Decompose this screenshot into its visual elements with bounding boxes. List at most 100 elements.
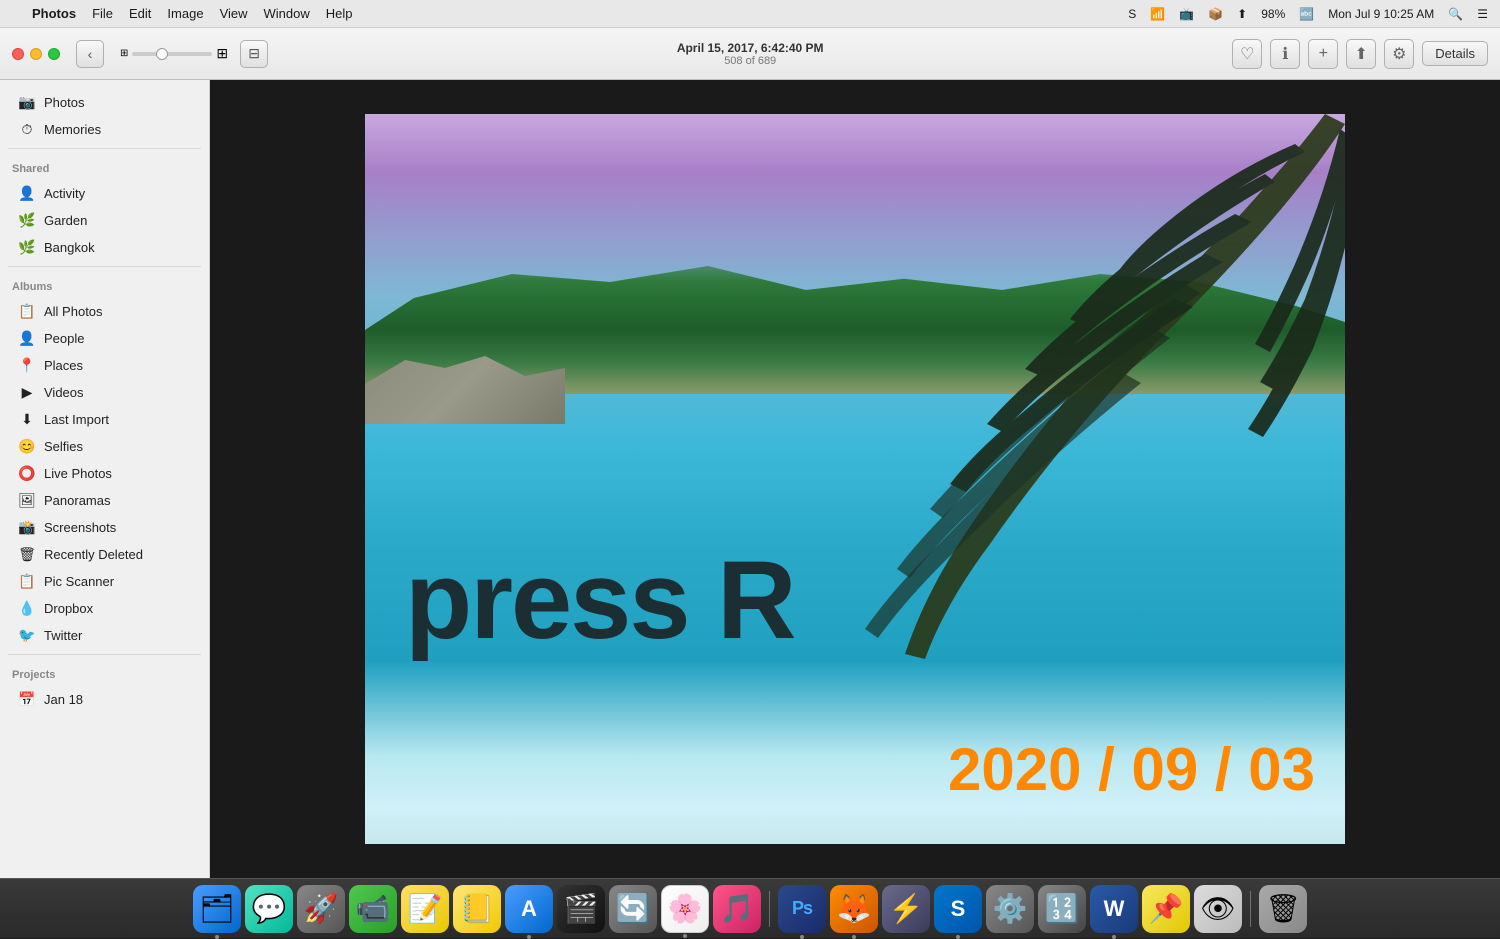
back-button[interactable]: ‹ bbox=[76, 40, 104, 68]
share-button[interactable]: ⬆ bbox=[1346, 39, 1376, 69]
sidebar-label-people: People bbox=[44, 331, 84, 346]
sidebar-label-twitter: Twitter bbox=[44, 628, 82, 643]
sidebar-divider-3 bbox=[8, 654, 201, 655]
dock-stickies2[interactable]: 📌 bbox=[1142, 885, 1190, 933]
appstore-icon: A bbox=[521, 896, 537, 922]
menubar-list-icon[interactable]: ☰ bbox=[1477, 7, 1488, 21]
dock-system-prefs[interactable]: ⚙️ bbox=[986, 885, 1034, 933]
notes-icon: 📒 bbox=[460, 892, 495, 925]
launchpad-icon: 🚀 bbox=[304, 892, 339, 925]
finalcut-icon: 🎬 bbox=[564, 892, 599, 925]
sidebar-label-photos: Photos bbox=[44, 95, 84, 110]
sidebar-toggle-button[interactable]: ⊟ bbox=[240, 40, 268, 68]
photos-dock-icon: 🌸 bbox=[668, 892, 703, 925]
menubar-left: Photos File Edit Image View Window Help bbox=[12, 6, 353, 21]
minimize-button[interactable] bbox=[30, 48, 42, 60]
sidebar-item-pic-scanner[interactable]: 📋 Pic Scanner bbox=[6, 568, 203, 594]
sidebar-item-screenshots[interactable]: 📸 Screenshots bbox=[6, 514, 203, 540]
dock-finder[interactable]: 🗂 bbox=[193, 885, 241, 933]
photos-icon: 📷 bbox=[18, 93, 36, 111]
sidebar-item-all-photos[interactable]: 📋 All Photos bbox=[6, 298, 203, 324]
sidebar-item-photos[interactable]: 📷 Photos bbox=[6, 89, 203, 115]
menubar-view[interactable]: View bbox=[220, 6, 248, 21]
sidebar-label-pic-scanner: Pic Scanner bbox=[44, 574, 114, 589]
menubar-image[interactable]: Image bbox=[167, 6, 203, 21]
system-prefs-icon: ⚙️ bbox=[993, 892, 1028, 925]
sidebar-item-last-import[interactable]: ⬇ Last Import bbox=[6, 406, 203, 432]
sidebar-item-garden[interactable]: 🌿 Garden bbox=[6, 207, 203, 233]
dock-photos[interactable]: 🌸 bbox=[661, 885, 709, 933]
dock-launchpad[interactable]: 🚀 bbox=[297, 885, 345, 933]
calculator-icon: 🔢 bbox=[1045, 892, 1080, 925]
menubar-right: S 📶 📺 📦 ⬆ 98% 🔤 Mon Jul 9 10:25 AM 🔍 ☰ bbox=[1128, 7, 1488, 21]
menubar-app-name[interactable]: Photos bbox=[32, 6, 76, 21]
close-button[interactable] bbox=[12, 48, 24, 60]
dock-preview[interactable]: 👁 bbox=[1194, 885, 1242, 933]
dock-facetime[interactable]: 📹 bbox=[349, 885, 397, 933]
dock-appstore[interactable]: A bbox=[505, 885, 553, 933]
garden-icon: 🌿 bbox=[18, 211, 36, 229]
menubar-datetime: Mon Jul 9 10:25 AM bbox=[1328, 7, 1434, 21]
stickies2-icon: 📌 bbox=[1149, 892, 1184, 925]
sidebar-item-jan18[interactable]: 📅 Jan 18 bbox=[6, 686, 203, 712]
stickies-icon: 📝 bbox=[408, 892, 443, 925]
sidebar-item-dropbox[interactable]: 💧 Dropbox bbox=[6, 595, 203, 621]
beach-photo: press R 2020 / 09 / 03 bbox=[365, 114, 1345, 844]
dock-quicksilver[interactable]: ⚡ bbox=[882, 885, 930, 933]
dock-itunes[interactable]: 🎵 bbox=[713, 885, 761, 933]
panoramas-icon: 🖼 bbox=[18, 491, 36, 509]
photo-date: April 15, 2017, 6:42:40 PM bbox=[677, 41, 824, 55]
sidebar-item-selfies[interactable]: 😊 Selfies bbox=[6, 433, 203, 459]
sidebar-item-live-photos[interactable]: ⭕ Live Photos bbox=[6, 460, 203, 486]
details-button[interactable]: Details bbox=[1422, 41, 1488, 66]
sidebar-item-memories[interactable]: ⏱ Memories bbox=[6, 116, 203, 142]
dock-skype[interactable]: S bbox=[934, 885, 982, 933]
sidebar-item-bangkok[interactable]: 🌿 Bangkok bbox=[6, 234, 203, 260]
add-button[interactable]: + bbox=[1308, 39, 1338, 69]
zoom-small-icon: ⊞ bbox=[120, 48, 128, 59]
menubar-search-icon[interactable]: 🔍 bbox=[1448, 7, 1463, 21]
dock-word[interactable]: W bbox=[1090, 885, 1138, 933]
menubar-window[interactable]: Window bbox=[264, 6, 310, 21]
dock-stickies[interactable]: 📝 bbox=[401, 885, 449, 933]
menubar-help[interactable]: Help bbox=[326, 6, 353, 21]
pic-scanner-icon: 📋 bbox=[18, 572, 36, 590]
info-button[interactable]: ℹ bbox=[1270, 39, 1300, 69]
toolbar-nav: ‹ bbox=[76, 40, 104, 68]
dock-messages[interactable]: 💬 bbox=[245, 885, 293, 933]
sidebar-label-videos: Videos bbox=[44, 385, 84, 400]
menubar-file[interactable]: File bbox=[92, 6, 113, 21]
dock-finalcut[interactable]: 🎬 bbox=[557, 885, 605, 933]
photoshop-icon: Ps bbox=[792, 898, 812, 919]
sidebar: 📷 Photos ⏱ Memories Shared 👤 Activity 🌿 … bbox=[0, 80, 210, 878]
toolbar-right: ♡ ℹ + ⬆ ⚙ Details bbox=[1232, 39, 1488, 69]
sidebar-item-twitter[interactable]: 🐦 Twitter bbox=[6, 622, 203, 648]
slider-thumb[interactable] bbox=[156, 48, 168, 60]
traffic-lights bbox=[12, 48, 60, 60]
toolbar: ‹ ⊞ ⊞ ⊟ April 15, 2017, 6:42:40 PM 508 o… bbox=[0, 28, 1500, 80]
dock-trash[interactable]: 🗑 bbox=[1259, 885, 1307, 933]
sidebar-item-panoramas[interactable]: 🖼 Panoramas bbox=[6, 487, 203, 513]
favorite-button[interactable]: ♡ bbox=[1232, 39, 1262, 69]
dock-migration[interactable]: 🔄 bbox=[609, 885, 657, 933]
sidebar-item-recently-deleted[interactable]: 🗑 Recently Deleted bbox=[6, 541, 203, 567]
sidebar-item-places[interactable]: 📍 Places bbox=[6, 352, 203, 378]
dock-photoshop[interactable]: Ps bbox=[778, 885, 826, 933]
dock-notes[interactable]: 📒 bbox=[453, 885, 501, 933]
slider-track[interactable] bbox=[132, 52, 212, 56]
dock-calculator[interactable]: 🔢 bbox=[1038, 885, 1086, 933]
menubar-edit[interactable]: Edit bbox=[129, 6, 151, 21]
preview-icon: 👁 bbox=[1200, 892, 1236, 925]
live-photos-icon: ⭕ bbox=[18, 464, 36, 482]
menubar: Photos File Edit Image View Window Help … bbox=[0, 0, 1500, 28]
dock: 🗂 💬 🚀 📹 📝 📒 A 🎬 🔄 🌸 🎵 Ps 🦊 ⚡ bbox=[0, 878, 1500, 938]
sidebar-item-activity[interactable]: 👤 Activity bbox=[6, 180, 203, 206]
sidebar-item-videos[interactable]: ▶ Videos bbox=[6, 379, 203, 405]
maximize-button[interactable] bbox=[48, 48, 60, 60]
sidebar-label-live-photos: Live Photos bbox=[44, 466, 112, 481]
menubar-arrowup-icon: ⬆ bbox=[1237, 7, 1247, 21]
dock-firefox[interactable]: 🦊 bbox=[830, 885, 878, 933]
sidebar-item-people[interactable]: 👤 People bbox=[6, 325, 203, 351]
zoom-slider[interactable]: ⊞ ⊞ bbox=[120, 45, 228, 62]
adjust-button[interactable]: ⚙ bbox=[1384, 39, 1414, 69]
